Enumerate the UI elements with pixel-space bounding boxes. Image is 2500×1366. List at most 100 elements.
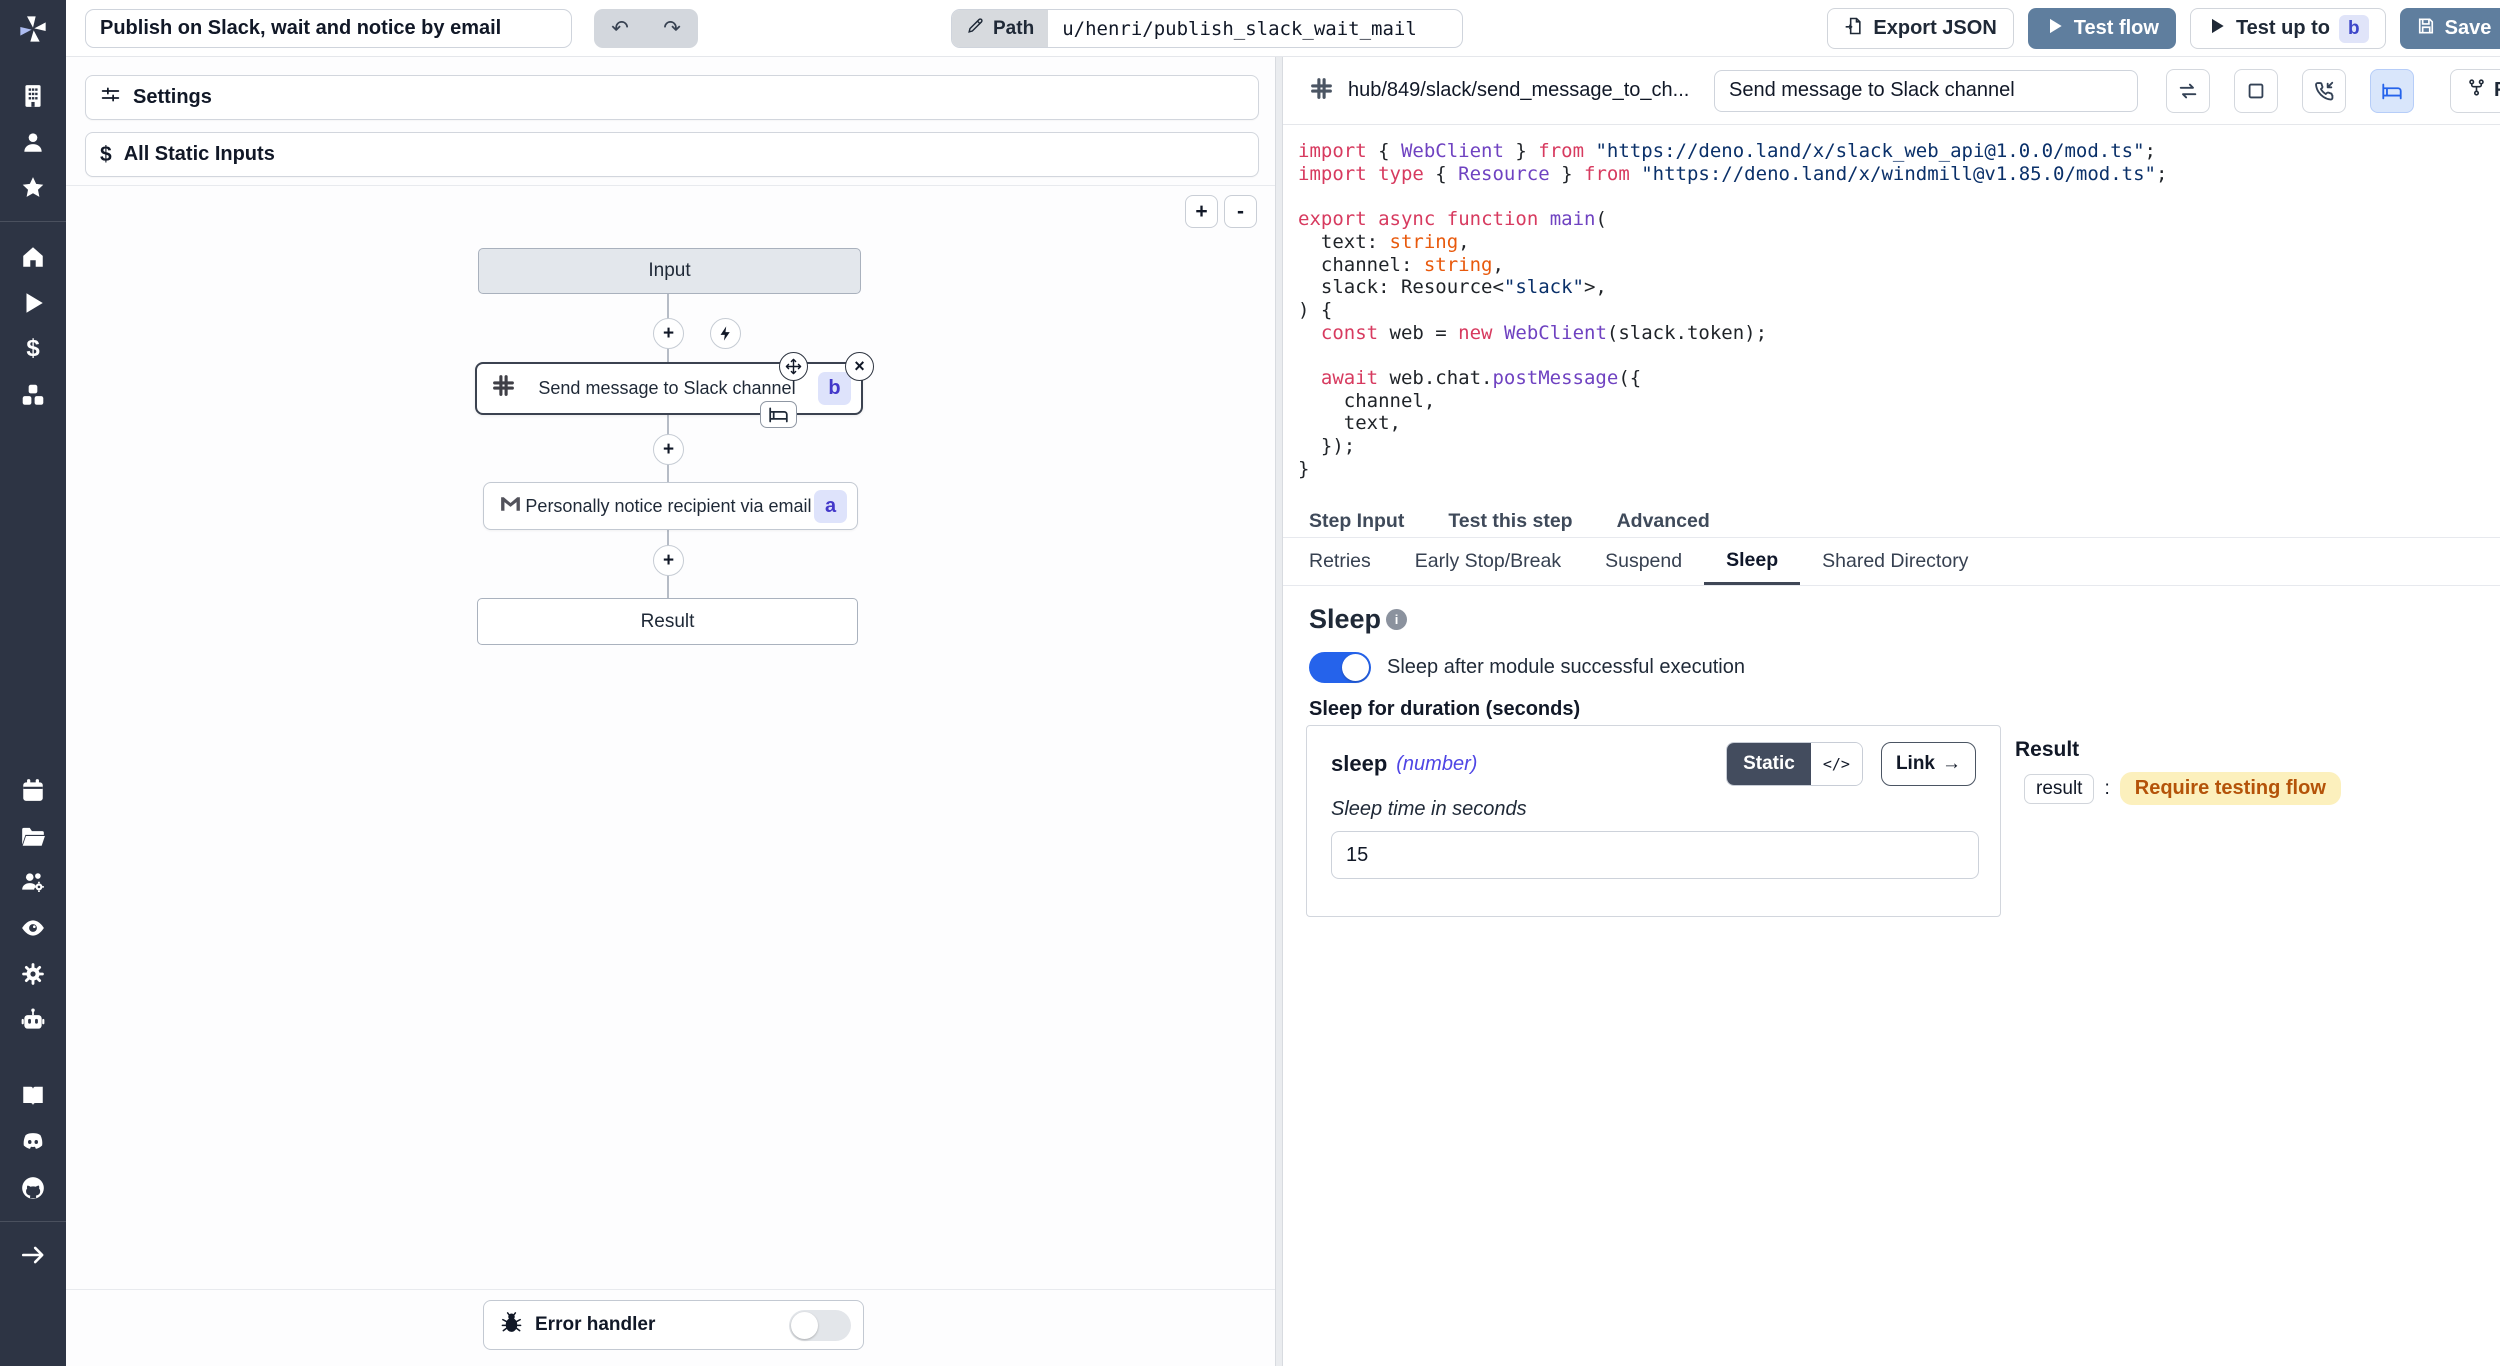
- sleep-tab-content: Sleep i Sleep after module successful ex…: [1283, 586, 2500, 1366]
- sleep-seconds-input[interactable]: [1331, 831, 1979, 879]
- insert-step-button-2[interactable]: +: [653, 434, 684, 465]
- export-json-button[interactable]: Export JSON: [1827, 8, 2013, 49]
- static-mode-button[interactable]: Static: [1727, 743, 1811, 785]
- play-icon: [2045, 16, 2065, 42]
- save-split-button: Save: [2400, 8, 2500, 49]
- error-handler-node[interactable]: Error handler: [483, 1300, 864, 1350]
- save-button[interactable]: Save: [2400, 8, 2500, 49]
- subtab-sleep[interactable]: Sleep: [1704, 538, 1800, 585]
- favorites-star-icon[interactable]: [20, 173, 46, 203]
- folders-icon[interactable]: [20, 821, 46, 851]
- user-icon[interactable]: [20, 127, 46, 157]
- subtab-shared-directory[interactable]: Shared Directory: [1800, 538, 1990, 585]
- subtab-suspend[interactable]: Suspend: [1583, 538, 1704, 585]
- audit-eye-icon[interactable]: [20, 913, 46, 943]
- sleep-toggle-label: Sleep after module successful execution: [1387, 656, 1745, 679]
- flow-settings-row[interactable]: Settings: [85, 75, 1259, 120]
- subtab-retries[interactable]: Retries: [1287, 538, 1393, 585]
- result-key-pill[interactable]: result: [2024, 774, 2094, 804]
- code-mode-button[interactable]: </>: [1811, 743, 1862, 785]
- fork-button[interactable]: Fork: [2450, 69, 2500, 113]
- arrow-right-icon: →: [1942, 753, 1961, 775]
- sliders-icon: [100, 84, 121, 111]
- zoom-out-button[interactable]: -: [1224, 195, 1257, 228]
- export-file-icon: [1844, 16, 1864, 42]
- path-label: Path: [993, 18, 1034, 40]
- info-icon[interactable]: i: [1386, 609, 1407, 630]
- slack-script-icon: [1309, 76, 1334, 106]
- expand-arrow-right-icon[interactable]: [20, 1240, 46, 1270]
- variables-dollar-icon[interactable]: $: [26, 334, 39, 364]
- save-floppy-icon: [2416, 16, 2436, 42]
- result-value-badge: Require testing flow: [2120, 772, 2341, 805]
- tab-advanced[interactable]: Advanced: [1595, 505, 1732, 537]
- bug-icon: [500, 1311, 523, 1339]
- undo-redo-group: ↶ ↷: [594, 9, 698, 48]
- runs-play-icon[interactable]: [20, 288, 46, 318]
- retries-icon-button[interactable]: [2166, 69, 2210, 113]
- delete-step-button[interactable]: ×: [845, 352, 874, 381]
- move-step-handle[interactable]: [779, 352, 808, 381]
- path-value[interactable]: u/henri/publish_slack_wait_mail: [1048, 10, 1431, 47]
- email-step-label: Personally notice recipient via email: [523, 496, 814, 517]
- panel-resize-divider[interactable]: [1275, 57, 1283, 1366]
- flow-node-input[interactable]: Input: [478, 248, 861, 294]
- workspace-icon[interactable]: [20, 81, 46, 111]
- link-button[interactable]: Link →: [1881, 742, 1976, 786]
- undo-button[interactable]: ↶: [594, 9, 646, 48]
- error-handler-separator: [66, 1289, 1275, 1290]
- workers-robot-icon[interactable]: [20, 1005, 46, 1035]
- step-name-input[interactable]: [1714, 70, 2138, 112]
- windmill-logo[interactable]: [0, 0, 66, 57]
- all-static-inputs-row[interactable]: $ All Static Inputs: [85, 132, 1259, 177]
- tab-test-this-step[interactable]: Test this step: [1426, 505, 1594, 537]
- result-heading: Result: [2015, 738, 2079, 762]
- field-name: sleep: [1331, 751, 1387, 777]
- field-type: (number): [1396, 753, 1477, 776]
- suspend-phone-icon-button[interactable]: [2302, 69, 2346, 113]
- error-handler-toggle[interactable]: [789, 1310, 851, 1341]
- dollar-icon: $: [100, 144, 112, 165]
- step-header: hub/849/slack/send_message_to_ch... Fork: [1283, 57, 2500, 125]
- pencil-icon: [966, 16, 985, 41]
- zoom-in-button[interactable]: +: [1185, 195, 1218, 228]
- path-label-section[interactable]: Path: [952, 10, 1048, 47]
- sleep-bed-icon-button[interactable]: [2370, 69, 2414, 113]
- input-mode-segmented-control: Static </>: [1726, 742, 1863, 786]
- result-row: result : Require testing flow: [2024, 772, 2341, 805]
- step-detail-panel: hub/849/slack/send_message_to_ch... Fork…: [1283, 57, 2500, 1366]
- error-handler-label: Error handler: [535, 1314, 777, 1336]
- test-flow-button[interactable]: Test flow: [2028, 8, 2176, 49]
- play-icon-dark: [2207, 16, 2227, 42]
- code-editor[interactable]: import { WebClient } from "https://deno.…: [1283, 125, 2500, 505]
- insert-step-button-1[interactable]: +: [653, 318, 684, 349]
- flow-title-input[interactable]: [85, 9, 572, 48]
- gmail-icon: [498, 491, 523, 522]
- resources-cubes-icon[interactable]: [20, 380, 46, 410]
- test-up-to-step-badge: b: [2339, 15, 2369, 43]
- topbar: ↶ ↷ Path u/henri/publish_slack_wait_mail…: [66, 0, 2500, 57]
- github-icon[interactable]: [20, 1173, 46, 1203]
- path-field[interactable]: Path u/henri/publish_slack_wait_mail: [951, 9, 1463, 48]
- discord-icon[interactable]: [20, 1127, 46, 1157]
- subtab-early-stop[interactable]: Early Stop/Break: [1393, 538, 1583, 585]
- step-tabs: Step Input Test this step Advanced: [1283, 505, 2500, 538]
- result-colon: :: [2104, 778, 2109, 800]
- groups-users-gear-icon[interactable]: [20, 867, 46, 897]
- home-icon[interactable]: [20, 242, 46, 272]
- early-stop-icon-button[interactable]: [2234, 69, 2278, 113]
- rail-divider: [0, 221, 66, 222]
- settings-gear-icon[interactable]: [20, 959, 46, 989]
- redo-button[interactable]: ↷: [646, 9, 698, 48]
- script-hub-path[interactable]: hub/849/slack/send_message_to_ch...: [1348, 79, 1700, 102]
- schedules-calendar-icon[interactable]: [20, 775, 46, 805]
- trigger-bolt-button[interactable]: [710, 318, 741, 349]
- flow-node-email-step[interactable]: Personally notice recipient via email a: [483, 482, 858, 530]
- test-up-to-button[interactable]: Test up to b: [2190, 8, 2386, 49]
- sleep-enabled-toggle[interactable]: [1309, 652, 1371, 683]
- flow-node-result[interactable]: Result: [477, 598, 858, 645]
- insert-step-button-3[interactable]: +: [653, 545, 684, 576]
- sleep-bed-indicator: [760, 401, 797, 428]
- docs-book-icon[interactable]: [20, 1081, 46, 1111]
- tab-step-input[interactable]: Step Input: [1287, 505, 1426, 537]
